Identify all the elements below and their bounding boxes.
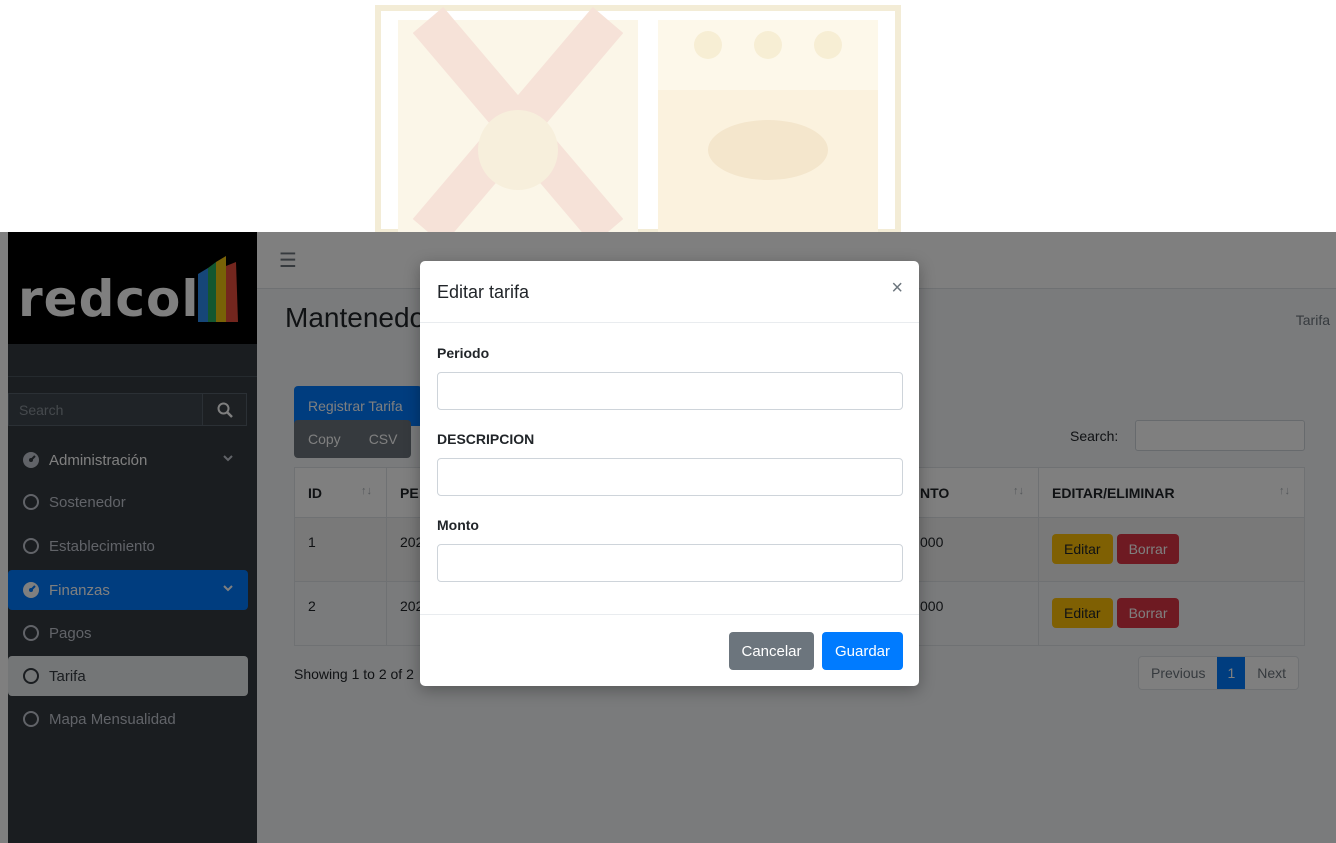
save-button[interactable]: Guardar bbox=[822, 632, 903, 670]
modal-header: Editar tarifa × bbox=[420, 261, 919, 323]
crest-watermark bbox=[368, 0, 908, 245]
edit-tarifa-modal: Editar tarifa × Periodo DESCRIPCION Mont… bbox=[420, 261, 919, 686]
monto-input[interactable] bbox=[438, 545, 902, 581]
periodo-field[interactable] bbox=[437, 372, 903, 410]
crest-image bbox=[375, 5, 901, 245]
monto-field[interactable] bbox=[437, 544, 903, 582]
periodo-label: Periodo bbox=[437, 345, 490, 361]
descripcion-field[interactable] bbox=[437, 458, 903, 496]
cancel-button[interactable]: Cancelar bbox=[729, 632, 814, 670]
close-icon[interactable]: × bbox=[891, 277, 903, 300]
descripcion-label: DESCRIPCION bbox=[437, 431, 535, 447]
modal-footer: Cancelar Guardar bbox=[420, 614, 919, 686]
modal-title: Editar tarifa bbox=[437, 282, 530, 302]
monto-label: Monto bbox=[437, 517, 479, 533]
periodo-input[interactable] bbox=[438, 373, 902, 409]
descripcion-input[interactable] bbox=[438, 459, 902, 495]
